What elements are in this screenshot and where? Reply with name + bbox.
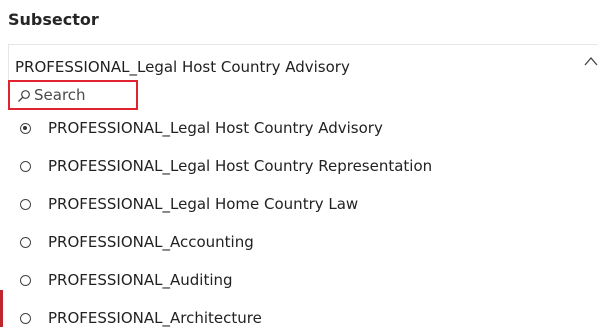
slicer-title: Subsector: [8, 10, 99, 29]
option-label: PROFESSIONAL_Legal Host Country Advisory: [48, 119, 383, 137]
search-icon: [18, 90, 30, 102]
left-accent-bar: [0, 290, 3, 327]
dropdown-selected-value: PROFESSIONAL_Legal Host Country Advisory: [15, 58, 350, 76]
option-label: PROFESSIONAL_Accounting: [48, 233, 254, 251]
chevron-up-icon[interactable]: [583, 55, 598, 67]
option-label: PROFESSIONAL_Legal Home Country Law: [48, 195, 359, 213]
search-input[interactable]: [34, 84, 134, 106]
option-label: PROFESSIONAL_Auditing: [48, 271, 233, 289]
option-label: PROFESSIONAL_Architecture: [48, 309, 262, 327]
radio-selected-icon[interactable]: [20, 123, 31, 134]
radio-icon[interactable]: [20, 313, 31, 324]
subsector-dropdown[interactable]: PROFESSIONAL_Legal Host Country Advisory: [8, 44, 598, 80]
option-label: PROFESSIONAL_Legal Host Country Represen…: [48, 157, 433, 175]
search-box[interactable]: [8, 80, 138, 110]
radio-icon[interactable]: [20, 275, 31, 286]
radio-icon[interactable]: [20, 161, 31, 172]
radio-icon[interactable]: [20, 199, 31, 210]
radio-icon[interactable]: [20, 237, 31, 248]
slicer-panel: Subsector PROFESSIONAL_Legal Host Countr…: [0, 0, 598, 327]
